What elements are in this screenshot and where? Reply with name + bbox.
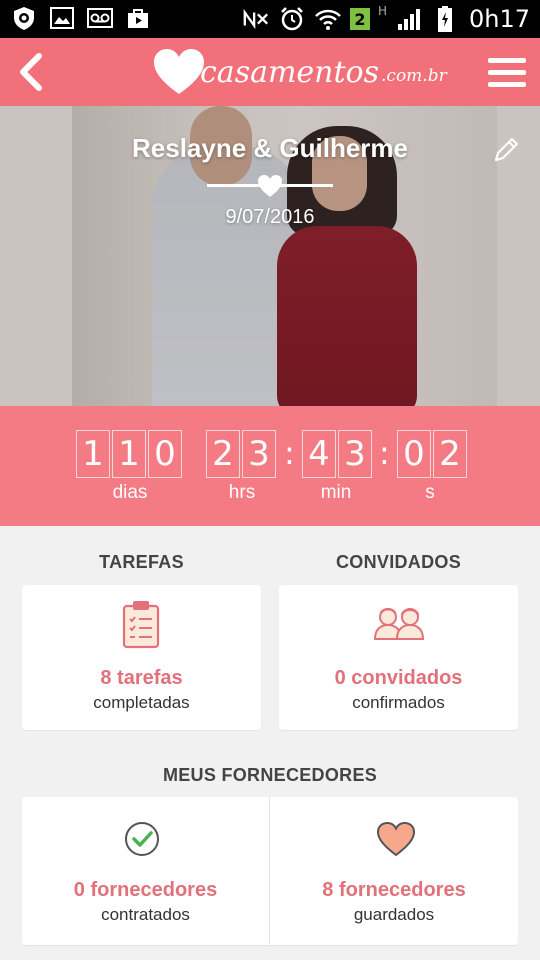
clock-time: 0h17 [468, 5, 530, 33]
countdown-digit-seconds: 0 [397, 430, 431, 478]
wifi-icon [314, 5, 342, 33]
menu-button[interactable] [488, 50, 528, 94]
status-left-icons [10, 4, 152, 32]
countdown-label-days: dias [112, 482, 148, 503]
countdown-digit-days: 1 [112, 430, 146, 478]
countdown-panel: 1 1 0 dias 2 3 : hrs 4 3 : min 0 2 s [0, 406, 540, 526]
heart-icon [258, 175, 282, 197]
vendors-saved-caption: guardados [353, 905, 435, 924]
notification-count-badge: 2 [349, 8, 370, 30]
countdown-digit-hours: 2 [206, 430, 240, 478]
vendors-section-title: MEUS FORNECEDORES [162, 765, 378, 785]
countdown-separator: : [284, 434, 295, 472]
chevron-left-icon [20, 53, 42, 91]
countdown-separator: : [379, 434, 390, 472]
countdown-label-minutes: min [320, 482, 352, 503]
vendors-saved-count: 8 fornecedores [322, 879, 466, 901]
couple-hero: Reslayne & Guilherme 9/07/2016 [0, 106, 540, 406]
guests-count: 0 convidados [334, 667, 463, 689]
countdown-digit-days: 0 [148, 430, 182, 478]
logo-suffix: .com.br [381, 66, 447, 86]
brand-logo[interactable]: casamentos .com.br [152, 46, 447, 98]
gallery-icon [48, 4, 76, 32]
countdown-label-seconds: s [425, 482, 435, 503]
guests-card[interactable]: 0 convidados confirmados [279, 585, 518, 730]
alarm-icon [278, 5, 306, 33]
nfc-muted-icon [242, 5, 270, 33]
countdown-digit-hours: 3 [242, 430, 276, 478]
guests-section-title: CONVIDADOS [335, 552, 461, 572]
tasks-section-title: TAREFAS [99, 552, 184, 572]
countdown-digit-minutes: 3 [338, 430, 372, 478]
heart-logo-icon [154, 49, 204, 94]
hamburger-line [488, 57, 526, 63]
wedding-date: 9/07/2016 [225, 206, 315, 228]
check-circle-icon [125, 822, 159, 856]
vendors-saved-card[interactable]: 8 fornecedores guardados [270, 797, 518, 945]
app-bar: casamentos .com.br [0, 38, 540, 106]
vendors-hired-card[interactable]: 0 fornecedores contratados [22, 797, 269, 945]
play-store-icon [124, 4, 152, 32]
network-type-label: H [377, 4, 387, 18]
countdown-digit-seconds: 2 [433, 430, 467, 478]
hamburger-line [488, 81, 526, 87]
voicemail-icon [86, 4, 114, 32]
battery-charging-icon [431, 5, 459, 33]
vendors-hired-caption: contratados [101, 905, 190, 924]
couple-name: Reslayne & Guilherme [132, 133, 408, 163]
clipboard-checklist-icon [122, 601, 160, 649]
back-button[interactable] [10, 48, 50, 96]
hamburger-line [488, 69, 526, 75]
countdown-digit-minutes: 4 [302, 430, 336, 478]
guests-caption: confirmados [352, 693, 445, 712]
tasks-card[interactable]: 8 tarefas completadas [22, 585, 261, 730]
status-bar: 2 H 0h17 [0, 0, 540, 38]
heart-saved-icon [376, 821, 416, 857]
edit-pencil-icon[interactable] [492, 134, 522, 164]
logo-text: casamentos [200, 54, 380, 90]
tasks-caption: completadas [93, 693, 190, 712]
guests-couple-icon [373, 608, 425, 640]
status-right-icons: 2 H 0h17 [242, 0, 530, 38]
shield-icon [10, 4, 38, 32]
countdown-label-hours: hrs [228, 482, 256, 503]
signal-icon [395, 5, 423, 33]
countdown-digit-days: 1 [76, 430, 110, 478]
vendors-hired-count: 0 fornecedores [73, 879, 218, 901]
tasks-count: 8 tarefas [100, 667, 183, 689]
